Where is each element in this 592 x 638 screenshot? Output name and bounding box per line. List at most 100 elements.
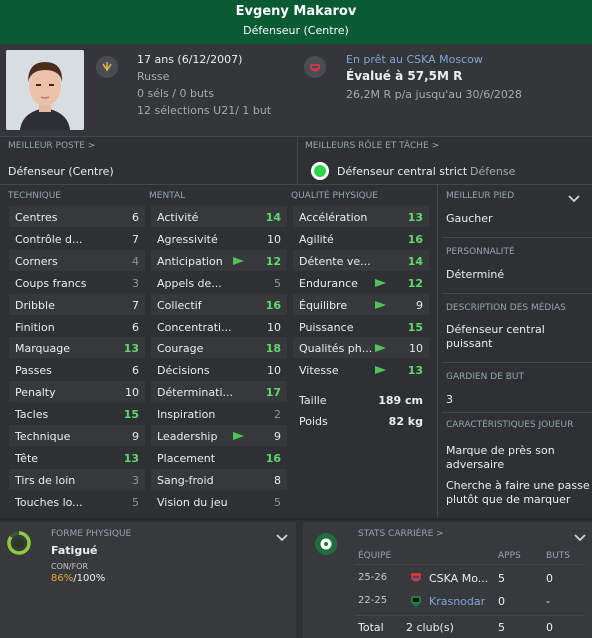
cska-crest-icon — [411, 573, 421, 582]
table-row[interactable]: 22-25 Krasnodar 0 - — [355, 591, 585, 613]
attribute-name: Qualités ph... — [299, 342, 373, 356]
attribute-name: Leadership — [157, 430, 218, 443]
divider — [0, 136, 592, 137]
best-foot-value: Gaucher — [446, 212, 493, 225]
attribute-name: Tête — [15, 451, 39, 465]
attribute-name: Équilibre — [299, 298, 348, 312]
attribute-value: 5 — [274, 276, 281, 290]
career-total-apps: 5 — [498, 621, 505, 634]
player-caps: 0 séls / 0 buts — [137, 87, 214, 100]
career-team[interactable]: CSKA Mo... — [429, 572, 488, 585]
attribute-value: 5 — [274, 495, 281, 509]
chevron-down-icon[interactable] — [276, 534, 288, 542]
progress-arrow-icon — [233, 432, 244, 440]
attribute-value: 13 — [407, 211, 423, 224]
attribute-value: 7 — [132, 298, 139, 312]
divider — [442, 412, 592, 413]
attribute-name: Décisions — [157, 364, 210, 378]
player-portrait — [6, 50, 84, 130]
best-position-header[interactable]: MEILLEUR POSTE > — [8, 141, 95, 151]
divider — [0, 184, 592, 185]
height-value: 189 cm — [378, 394, 423, 407]
chevron-down-icon[interactable] — [568, 195, 580, 203]
career-team[interactable]: Krasnodar — [429, 595, 485, 608]
attribute-name: Agressivité — [157, 232, 218, 246]
attribute-value: 6 — [132, 320, 139, 334]
attribute-value: 10 — [267, 320, 281, 334]
goalkeeper-header: GARDIEN DE BUT — [446, 372, 524, 382]
attribute-value: 13 — [123, 342, 139, 356]
career-total-label: Total — [358, 621, 384, 634]
attribute-value: 16 — [265, 298, 281, 312]
loan-link[interactable]: En prêt au CSKA Moscow — [346, 53, 483, 66]
best-role-duty: Défense — [470, 165, 516, 178]
attribute-name: Concentrati... — [157, 320, 232, 334]
attribute-name: Contrôle d... — [15, 232, 83, 246]
club-icon[interactable] — [304, 56, 326, 78]
career-stats-header[interactable]: STATS CARRIÈRE > — [358, 529, 444, 539]
attribute-value: 6 — [132, 211, 139, 224]
progress-arrow-icon — [375, 344, 386, 353]
sharpness-percent: /100% — [73, 573, 106, 584]
attribute-name: Vision du jeu — [157, 495, 228, 509]
best-position-value: Défenseur (Centre) — [8, 165, 114, 178]
attribute-value: 3 — [132, 276, 139, 290]
attribute-name: Déterminati... — [157, 386, 233, 400]
player-u21-caps: 12 sélections U21/ 1 but — [137, 104, 272, 117]
career-season: 22-25 — [358, 595, 388, 606]
personality-value: Déterminé — [446, 268, 505, 281]
attribute-name: Vitesse — [299, 364, 339, 378]
weight-label: Poids — [299, 415, 328, 428]
football-icon — [315, 533, 337, 555]
attribute-name: Sang-froid — [157, 473, 214, 487]
weight-value: 82 kg — [388, 415, 423, 428]
attribute-name: Dribble — [15, 298, 55, 312]
attribute-value: 13 — [407, 364, 423, 378]
attribute-value: 14 — [265, 211, 281, 224]
nation-icon[interactable] — [96, 56, 118, 78]
condition-values: 86%/100% — [51, 573, 105, 584]
player-name: Evgeny Makarov — [235, 4, 357, 19]
player-nationality: Russe — [137, 70, 170, 83]
attribute-name: Touches lo... — [15, 495, 83, 509]
player-age: 17 ans (6/12/2007) — [137, 53, 243, 66]
attribute-name: Inspiration — [157, 408, 216, 422]
attribute-name: Tirs de loin — [15, 473, 76, 487]
best-foot-header: MEILLEUR PIED — [446, 191, 515, 201]
best-role-header[interactable]: MEILLEURS RÔLE ET TÂCHE > — [305, 141, 439, 151]
progress-arrow-icon — [375, 366, 386, 375]
divider — [442, 362, 592, 363]
attribute-value: 4 — [132, 254, 139, 268]
attribute-name: Appels de... — [157, 276, 222, 290]
attribute-name: Puissance — [299, 320, 354, 334]
attribute-value: 8 — [274, 473, 281, 487]
career-total-goals: 0 — [546, 621, 553, 634]
progress-arrow-icon — [233, 256, 244, 265]
attribute-value: 15 — [123, 408, 139, 422]
media-description-value: Défenseur central puissant — [446, 323, 545, 350]
player-position: Défenseur (Centre) — [243, 24, 349, 37]
krasnodar-crest-icon — [411, 596, 421, 607]
attribute-value: 10 — [267, 232, 281, 246]
technique-header: TECHNIQUE — [8, 191, 61, 201]
career-apps: 5 — [498, 572, 505, 585]
personality-header: PERSONNALITÉ — [446, 247, 515, 257]
attribute-value: 18 — [265, 342, 281, 356]
attribute-value: 9 — [274, 430, 281, 443]
attribute-value: 2 — [274, 408, 281, 422]
attribute-value: 15 — [407, 320, 423, 334]
divider — [0, 518, 592, 520]
player-traits-header: CARACTÉRISTIQUES JOUEUR — [446, 420, 574, 430]
best-role-value: Défenseur central strict — [337, 165, 468, 178]
attribute-name: Agilité — [299, 232, 334, 246]
attribute-name: Corners — [15, 254, 58, 268]
career-season: 25-26 — [358, 572, 388, 583]
goalkeeper-value: 3 — [446, 393, 453, 406]
attribute-value: 17 — [265, 386, 281, 400]
chevron-down-icon[interactable] — [574, 534, 586, 542]
attribute-name: Tacles — [15, 408, 49, 422]
attribute-value: 9 — [416, 298, 423, 312]
career-col-team: ÉQUIPE — [358, 551, 392, 561]
divider — [355, 615, 585, 616]
table-row[interactable]: 25-26 CSKA Mo... 5 0 — [355, 568, 585, 590]
